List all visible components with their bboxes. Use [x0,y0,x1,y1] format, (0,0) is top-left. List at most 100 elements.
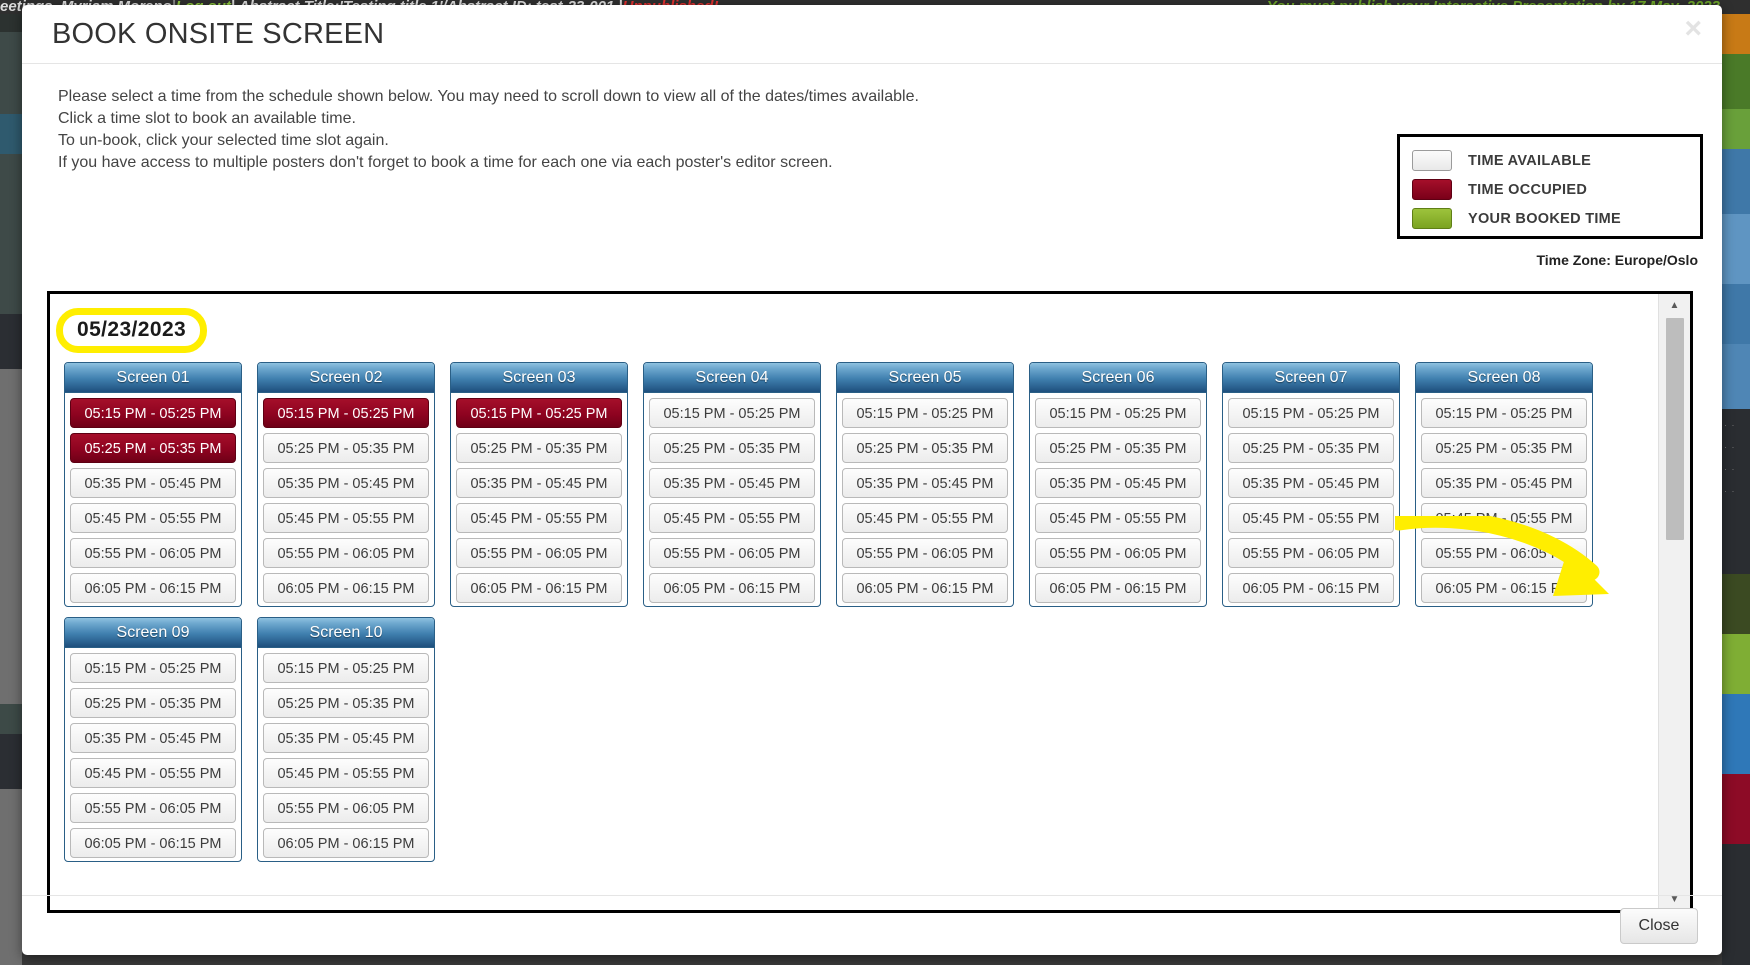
close-icon[interactable]: × [1684,14,1702,44]
legend-label: TIME AVAILABLE [1468,152,1592,169]
time-slot-available[interactable]: 05:35 PM - 05:45 PM [456,468,622,498]
time-slot-available[interactable]: 05:45 PM - 05:55 PM [263,503,429,533]
time-slot-available[interactable]: 05:35 PM - 05:45 PM [263,468,429,498]
time-slot-available[interactable]: 05:55 PM - 06:05 PM [1035,538,1201,568]
time-slot-available[interactable]: 05:45 PM - 05:55 PM [456,503,622,533]
legend-swatch-occupied [1412,179,1452,200]
time-slot-available[interactable]: 05:15 PM - 05:25 PM [1228,398,1394,428]
time-slot-available[interactable]: 05:35 PM - 05:45 PM [1035,468,1201,498]
screen-column: Screen 07 05:15 PM - 05:25 PM 05:25 PM - 0… [1222,362,1400,607]
date-badge-wrapper: 05/23/2023 [56,308,208,353]
close-button[interactable]: Close [1620,908,1698,944]
time-slot-occupied[interactable]: 05:15 PM - 05:25 PM [456,398,622,428]
timezone-label: Time Zone: Europe/Oslo [1536,252,1698,268]
time-slot-available[interactable]: 05:55 PM - 06:05 PM [70,793,236,823]
time-slot-available[interactable]: 05:25 PM - 05:35 PM [842,433,1008,463]
screen-header: Screen 08 [1416,363,1592,393]
time-slot-available[interactable]: 05:35 PM - 05:45 PM [70,723,236,753]
modal-header: BOOK ONSITE SCREEN × [22,5,1722,64]
time-slot-available[interactable]: 06:05 PM - 06:15 PM [1228,573,1394,603]
time-slot-available[interactable]: 05:15 PM - 05:25 PM [1035,398,1201,428]
screen-column: Screen 01 05:15 PM - 05:25 PM 05:25 PM - 0… [64,362,242,607]
page-title: BOOK ONSITE SCREEN [52,18,385,50]
modal-footer: Close [22,895,1722,955]
time-slot-occupied[interactable]: 05:15 PM - 05:25 PM [263,398,429,428]
legend-row: TIME AVAILABLE [1412,146,1700,175]
time-slot-available[interactable]: 05:45 PM - 05:55 PM [842,503,1008,533]
instructions-block: Please select a time from the schedule s… [58,86,958,174]
time-slot-available[interactable]: 05:35 PM - 05:45 PM [1228,468,1394,498]
time-slot-available[interactable]: 05:25 PM - 05:35 PM [456,433,622,463]
time-slot-available[interactable]: 05:55 PM - 06:05 PM [1421,538,1587,568]
screen-header: Screen 06 [1030,363,1206,393]
time-slot-available[interactable]: 05:55 PM - 06:05 PM [263,538,429,568]
screen-column: Screen 03 05:15 PM - 05:25 PM 05:25 PM - 0… [450,362,628,607]
time-slot-available[interactable]: 05:45 PM - 05:55 PM [1228,503,1394,533]
screen-header: Screen 05 [837,363,1013,393]
time-slot-occupied[interactable]: 05:25 PM - 05:35 PM [70,433,236,463]
time-slot-available[interactable]: 05:25 PM - 05:35 PM [263,688,429,718]
time-slot-available[interactable]: 05:55 PM - 06:05 PM [1228,538,1394,568]
time-slot-available[interactable]: 05:25 PM - 05:35 PM [70,688,236,718]
time-slot-available[interactable]: 05:15 PM - 05:25 PM [649,398,815,428]
time-slot-available[interactable]: 05:45 PM - 05:55 PM [1035,503,1201,533]
time-slot-available[interactable]: 05:25 PM - 05:35 PM [263,433,429,463]
schedule-scroll-viewport: 05/23/2023 Screen 01 05:15 PM - 05:25 PM 0… [50,294,1658,910]
legend-label: YOUR BOOKED TIME [1468,210,1622,227]
screen-header: Screen 07 [1223,363,1399,393]
scrollbar-thumb[interactable] [1666,318,1684,540]
time-slot-available[interactable]: 05:45 PM - 05:55 PM [649,503,815,533]
time-slot-occupied[interactable]: 05:15 PM - 05:25 PM [70,398,236,428]
instruction-line: If you have access to multiple posters d… [58,154,833,171]
screen-column: Screen 06 05:15 PM - 05:25 PM 05:25 PM - 0… [1029,362,1207,607]
time-slot-available[interactable]: 06:05 PM - 06:15 PM [456,573,622,603]
time-slot-available[interactable]: 05:35 PM - 05:45 PM [649,468,815,498]
time-slot-available[interactable]: 05:15 PM - 05:25 PM [263,653,429,683]
modal-body: Please select a time from the schedule s… [22,64,1722,913]
background-left-strip [0,14,22,965]
time-slot-available[interactable]: 06:05 PM - 06:15 PM [263,573,429,603]
time-slot-available[interactable]: 06:05 PM - 06:15 PM [70,828,236,858]
time-slot-available[interactable]: 06:05 PM - 06:15 PM [70,573,236,603]
time-slot-available[interactable]: 06:05 PM - 06:15 PM [649,573,815,603]
time-slot-available[interactable]: 06:05 PM - 06:15 PM [842,573,1008,603]
legend: TIME AVAILABLE TIME OCCUPIED YOUR BOOKED T… [1397,134,1703,239]
time-slot-available[interactable]: 05:35 PM - 05:45 PM [70,468,236,498]
time-slot-available[interactable]: 05:15 PM - 05:25 PM [1421,398,1587,428]
time-slot-available[interactable]: 05:55 PM - 06:05 PM [70,538,236,568]
background-right-strip: · · · · · · · · [1722,14,1750,965]
instruction-line: Please select a time from the schedule s… [58,88,919,105]
time-slot-available[interactable]: 05:55 PM - 06:05 PM [263,793,429,823]
time-slot-available[interactable]: 05:45 PM - 05:55 PM [1421,503,1587,533]
legend-label: TIME OCCUPIED [1468,181,1588,198]
time-slot-available[interactable]: 05:35 PM - 05:45 PM [263,723,429,753]
screen-header: Screen 09 [65,618,241,648]
time-slot-available[interactable]: 05:55 PM - 06:05 PM [649,538,815,568]
screen-column: Screen 08 05:15 PM - 05:25 PM 05:25 PM - 0… [1415,362,1593,607]
scroll-up-arrow[interactable]: ▲ [1659,296,1690,314]
time-slot-available[interactable]: 05:55 PM - 06:05 PM [456,538,622,568]
screen-column: Screen 04 05:15 PM - 05:25 PM 05:25 PM - 0… [643,362,821,607]
time-slot-available[interactable]: 05:15 PM - 05:25 PM [70,653,236,683]
time-slot-available[interactable]: 06:05 PM - 06:15 PM [1035,573,1201,603]
time-slot-available[interactable]: 05:45 PM - 05:55 PM [70,758,236,788]
time-slot-available[interactable]: 05:35 PM - 05:45 PM [842,468,1008,498]
time-slot-available[interactable]: 05:45 PM - 05:55 PM [263,758,429,788]
time-slot-available[interactable]: 05:55 PM - 06:05 PM [842,538,1008,568]
time-slot-available[interactable]: 05:45 PM - 05:55 PM [70,503,236,533]
time-slot-available[interactable]: 05:25 PM - 05:35 PM [1035,433,1201,463]
time-slot-available[interactable]: 05:35 PM - 05:45 PM [1421,468,1587,498]
time-slot-available[interactable]: 05:25 PM - 05:35 PM [649,433,815,463]
schedule-scrollbar[interactable]: ▲ ▼ [1658,294,1690,910]
book-onsite-screen-modal: BOOK ONSITE SCREEN × Please select a tim… [22,5,1722,955]
time-slot-available[interactable]: 06:05 PM - 06:15 PM [263,828,429,858]
screen-column: Screen 10 05:15 PM - 05:25 PM 05:25 PM - 0… [257,617,435,862]
screen-header: Screen 10 [258,618,434,648]
time-slot-available[interactable]: 05:25 PM - 05:35 PM [1421,433,1587,463]
time-slot-available[interactable]: 05:25 PM - 05:35 PM [1228,433,1394,463]
time-slot-available[interactable]: 05:15 PM - 05:25 PM [842,398,1008,428]
time-slot-available[interactable]: 06:05 PM - 06:15 PM [1421,573,1587,603]
screens-grid: Screen 01 05:15 PM - 05:25 PM 05:25 PM - 0… [64,362,1658,862]
screen-header: Screen 04 [644,363,820,393]
screen-column: Screen 09 05:15 PM - 05:25 PM 05:25 PM - 0… [64,617,242,862]
